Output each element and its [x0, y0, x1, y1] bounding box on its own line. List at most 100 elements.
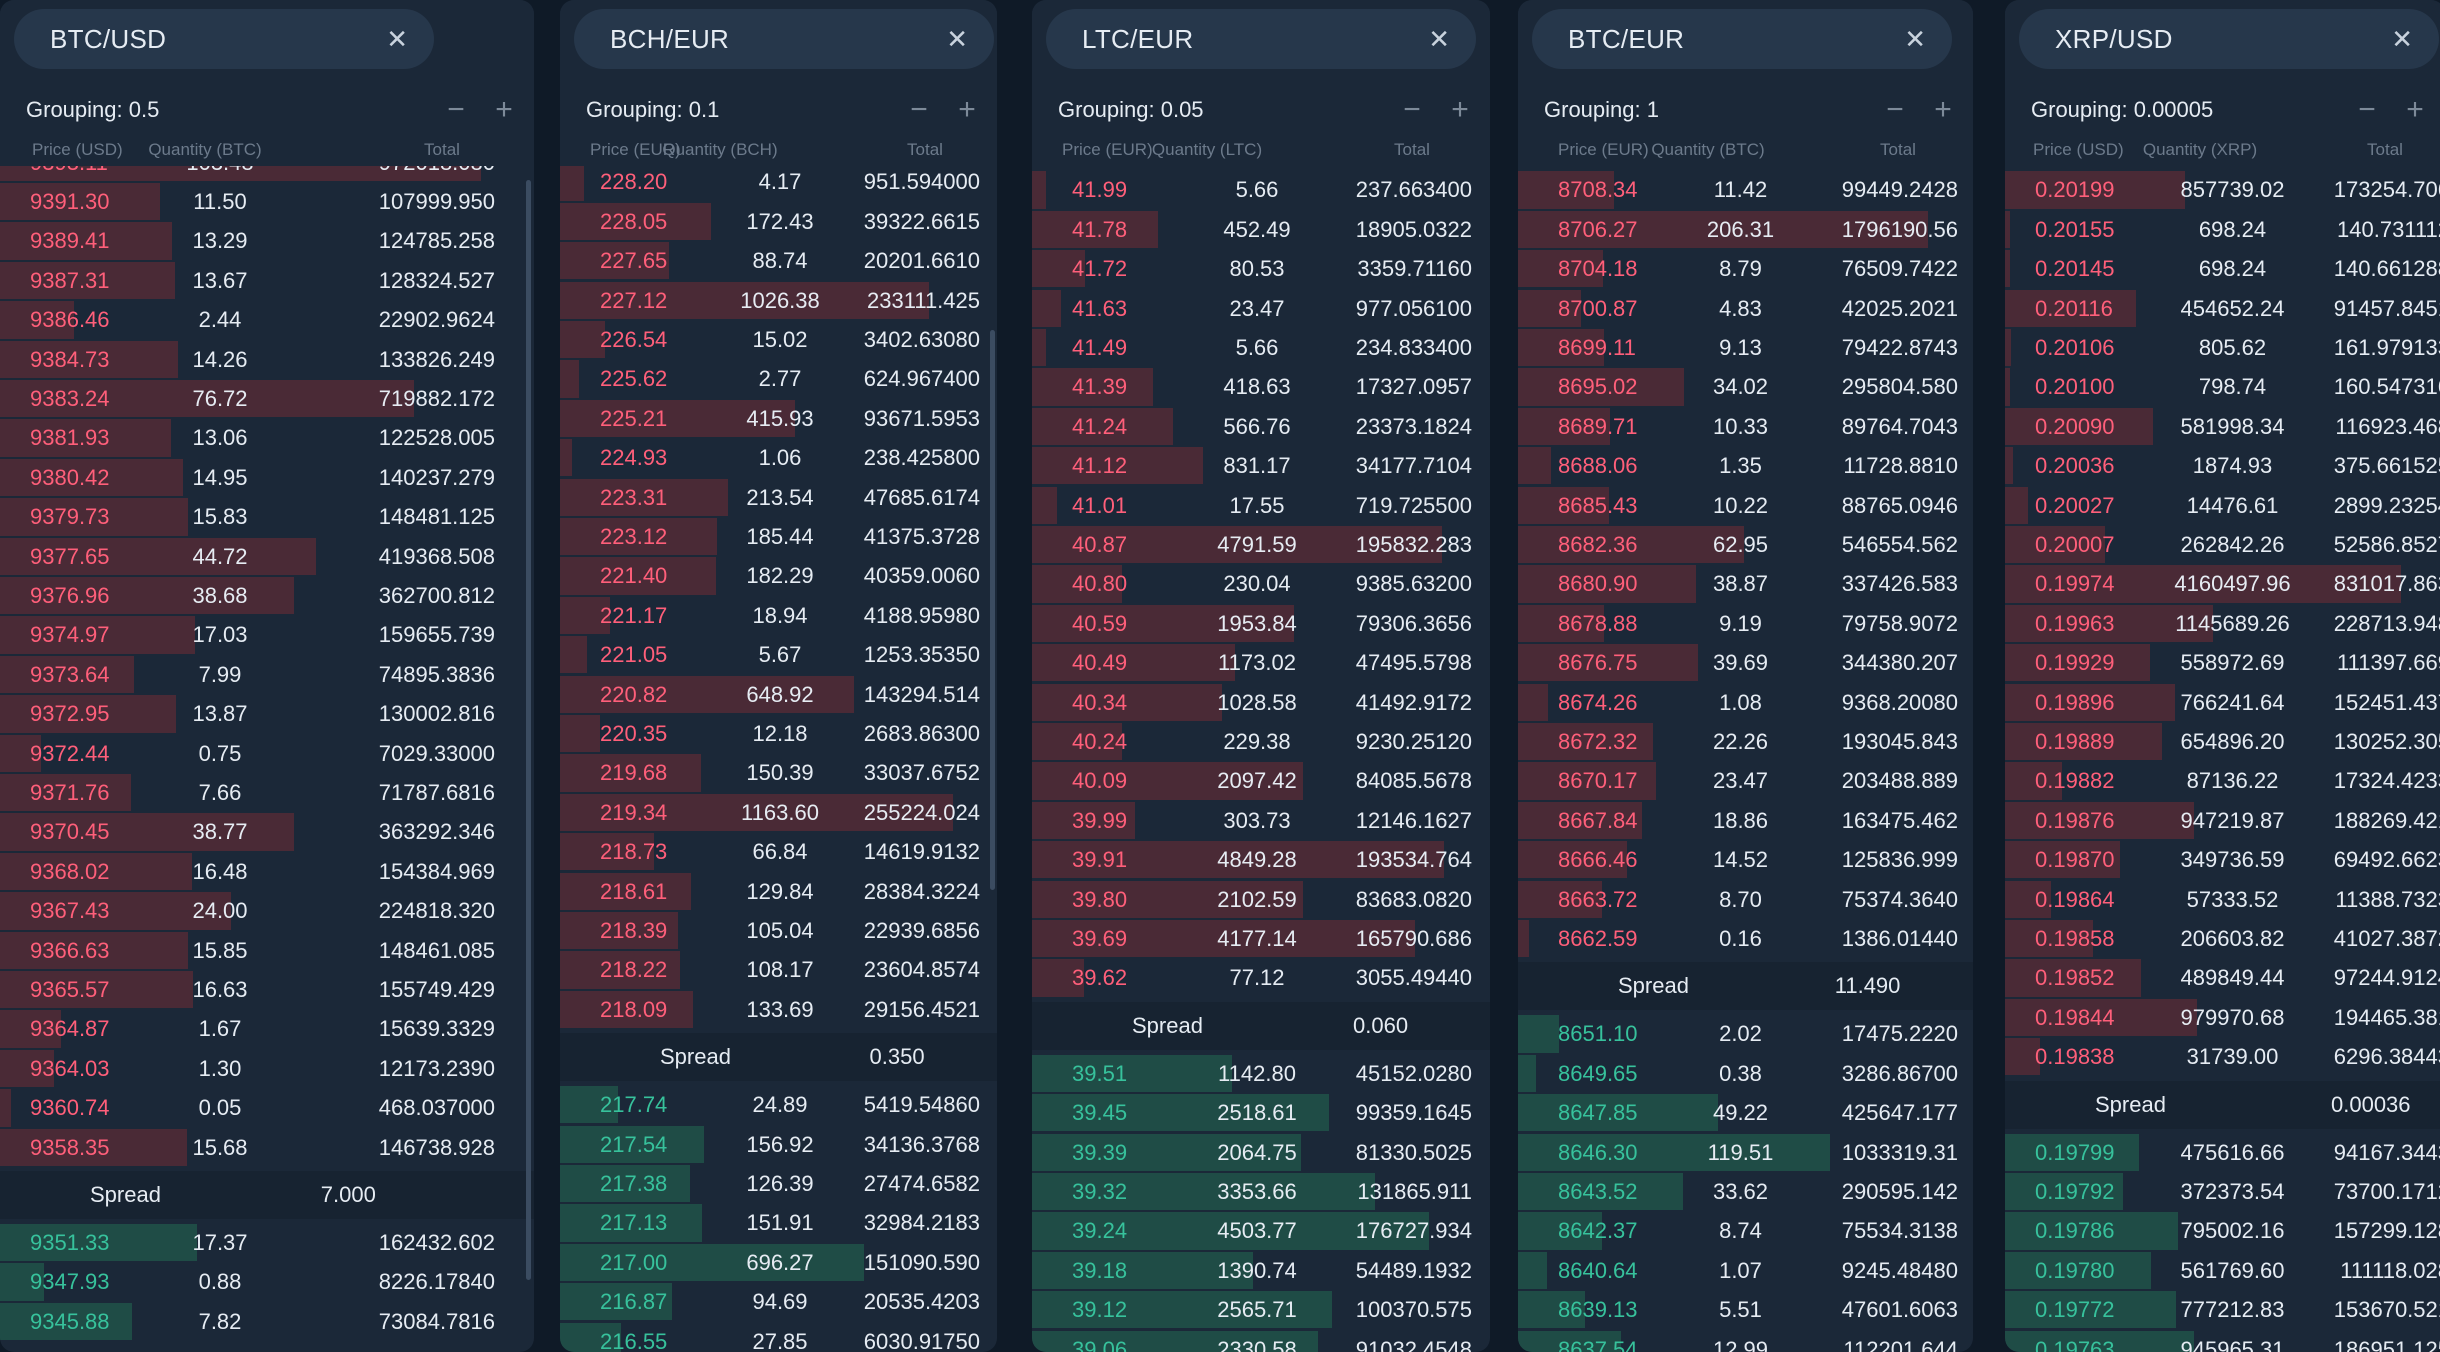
ask-row[interactable]: 39.99 303.73 12146.1627 — [1032, 801, 1490, 840]
plus-icon[interactable]: + — [486, 92, 522, 128]
ask-row[interactable]: 226.54 15.02 3402.63080 — [560, 320, 997, 359]
ask-row[interactable]: 8689.71 10.33 89764.7043 — [1518, 407, 1973, 446]
ask-row[interactable]: 8680.90 38.87 337426.583 — [1518, 564, 1973, 603]
bid-row[interactable]: 8647.85 49.22 425647.177 — [1518, 1093, 1973, 1132]
ask-row[interactable]: 9371.76 7.66 71787.6816 — [0, 773, 534, 812]
ask-row[interactable]: 40.24 229.38 9230.25120 — [1032, 722, 1490, 761]
minus-icon[interactable]: − — [438, 92, 474, 128]
pair-tab[interactable]: XRP/USD ✕ — [2019, 9, 2439, 69]
ask-row[interactable]: 40.80 230.04 9385.63200 — [1032, 564, 1490, 603]
ask-row[interactable]: 9358.35 15.68 146738.928 — [0, 1128, 534, 1167]
bid-row[interactable]: 217.54 156.92 34136.3768 — [560, 1125, 997, 1164]
bid-row[interactable]: 39.45 2518.61 99359.1645 — [1032, 1093, 1490, 1132]
bid-row[interactable]: 8639.13 5.51 47601.6063 — [1518, 1290, 1973, 1329]
ask-row[interactable]: 41.01 17.55 719.725500 — [1032, 486, 1490, 525]
bid-row[interactable]: 217.74 24.89 5419.54860 — [560, 1085, 997, 1124]
bid-row[interactable]: 39.32 3353.66 131865.911 — [1032, 1172, 1490, 1211]
ask-row[interactable]: 8672.32 22.26 193045.843 — [1518, 722, 1973, 761]
ask-row[interactable]: 0.20100 798.74 160.547316 — [2005, 367, 2440, 406]
ask-row[interactable]: 41.24 566.76 23373.1824 — [1032, 407, 1490, 446]
ask-row[interactable]: 9360.74 0.05 468.037000 — [0, 1088, 534, 1127]
ask-row[interactable]: 41.99 5.66 237.663400 — [1032, 170, 1490, 209]
ask-row[interactable]: 41.72 80.53 3359.71160 — [1032, 249, 1490, 288]
ask-row[interactable]: 9391.30 11.50 107999.950 — [0, 182, 534, 221]
ask-row[interactable]: 0.19852 489849.44 97244.9124 — [2005, 958, 2440, 997]
ask-row[interactable]: 219.34 1163.60 255224.024 — [560, 793, 997, 832]
ask-row[interactable]: 9373.64 7.99 74895.3836 — [0, 655, 534, 694]
bid-row[interactable]: 39.24 4503.77 176727.934 — [1032, 1211, 1490, 1250]
ask-row[interactable]: 0.20007 262842.26 52586.8527 — [2005, 525, 2440, 564]
ask-row[interactable]: 0.20036 1874.93 375.661525 — [2005, 446, 2440, 485]
ask-row[interactable]: 8704.18 8.79 76509.7422 — [1518, 249, 1973, 288]
bid-row[interactable]: 216.87 94.69 20535.4203 — [560, 1282, 997, 1321]
ask-row[interactable]: 225.21 415.93 93671.5953 — [560, 399, 997, 438]
ask-row[interactable]: 8682.36 62.95 546554.562 — [1518, 525, 1973, 564]
bid-row[interactable]: 216.55 27.85 6030.91750 — [560, 1322, 997, 1352]
bid-row[interactable]: 217.38 126.39 27474.6582 — [560, 1164, 997, 1203]
ask-row[interactable]: 0.20145 698.24 140.661288 — [2005, 249, 2440, 288]
scrollbar[interactable] — [526, 180, 531, 1280]
ask-row[interactable]: 9368.02 16.48 154384.969 — [0, 852, 534, 891]
ask-row[interactable]: 8695.02 34.02 295804.580 — [1518, 367, 1973, 406]
ask-row[interactable]: 40.09 2097.42 84085.5678 — [1032, 761, 1490, 800]
bid-row[interactable]: 0.19786 795002.16 157299.128 — [2005, 1211, 2440, 1250]
minus-icon[interactable]: − — [1877, 92, 1913, 128]
bid-row[interactable]: 39.18 1390.74 54489.1932 — [1032, 1251, 1490, 1290]
ask-row[interactable]: 0.19889 654896.20 130252.305 — [2005, 722, 2440, 761]
ask-row[interactable]: 8706.27 206.31 1796190.56 — [1518, 210, 1973, 249]
ask-row[interactable]: 0.19896 766241.64 152451.437 — [2005, 683, 2440, 722]
ask-row[interactable]: 0.20116 454652.24 91457.8451 — [2005, 289, 2440, 328]
ask-row[interactable]: 9367.43 24.00 224818.320 — [0, 891, 534, 930]
ask-row[interactable]: 223.12 185.44 41375.3728 — [560, 517, 997, 556]
ask-row[interactable]: 39.91 4849.28 193534.764 — [1032, 840, 1490, 879]
ask-row[interactable]: 218.39 105.04 22939.6856 — [560, 911, 997, 950]
ask-row[interactable]: 0.19864 57333.52 11388.7323 — [2005, 880, 2440, 919]
ask-row[interactable]: 9366.63 15.85 148461.085 — [0, 931, 534, 970]
ask-row[interactable]: 0.20106 805.62 161.979133 — [2005, 328, 2440, 367]
ask-row[interactable]: 8674.26 1.08 9368.20080 — [1518, 683, 1973, 722]
ask-row[interactable]: 9372.44 0.75 7029.33000 — [0, 734, 534, 773]
bid-row[interactable]: 8640.64 1.07 9245.48480 — [1518, 1251, 1973, 1290]
bid-row[interactable]: 9351.33 17.37 162432.602 — [0, 1223, 534, 1262]
ask-row[interactable]: 0.20199 857739.02 173254.706 — [2005, 170, 2440, 209]
ask-row[interactable]: 8662.59 0.16 1386.01440 — [1518, 919, 1973, 958]
ask-row[interactable]: 218.73 66.84 14619.9132 — [560, 832, 997, 871]
plus-icon[interactable]: + — [949, 92, 985, 128]
ask-row[interactable]: 41.49 5.66 234.833400 — [1032, 328, 1490, 367]
bid-row[interactable]: 0.19763 945965.31 186951.125 — [2005, 1330, 2440, 1352]
bid-row[interactable]: 8646.30 119.51 1033319.31 — [1518, 1133, 1973, 1172]
ask-row[interactable]: 9389.41 13.29 124785.258 — [0, 221, 534, 260]
ask-row[interactable]: 0.19963 1145689.26 228713.948 — [2005, 604, 2440, 643]
pair-tab[interactable]: BCH/EUR ✕ — [574, 9, 994, 69]
ask-row[interactable]: 41.78 452.49 18905.0322 — [1032, 210, 1490, 249]
ask-row[interactable]: 0.19876 947219.87 188269.421 — [2005, 801, 2440, 840]
bid-row[interactable]: 217.00 696.27 151090.590 — [560, 1243, 997, 1282]
ask-row[interactable]: 227.12 1026.38 233111.425 — [560, 281, 997, 320]
bid-row[interactable]: 9347.93 0.88 8226.17840 — [0, 1262, 534, 1301]
ask-row[interactable]: 9380.42 14.95 140237.279 — [0, 458, 534, 497]
ask-row[interactable]: 0.20027 14476.61 2899.23254 — [2005, 486, 2440, 525]
ask-row[interactable]: 0.19929 558972.69 111397.669 — [2005, 643, 2440, 682]
bid-row[interactable]: 0.19792 372373.54 73700.1712 — [2005, 1172, 2440, 1211]
ask-row[interactable]: 8685.43 10.22 88765.0946 — [1518, 486, 1973, 525]
ask-row[interactable]: 9364.03 1.30 12173.2390 — [0, 1049, 534, 1088]
ask-row[interactable]: 9379.73 15.83 148481.125 — [0, 497, 534, 536]
ask-row[interactable]: 41.12 831.17 34177.7104 — [1032, 446, 1490, 485]
bid-row[interactable]: 8651.10 2.02 17475.2220 — [1518, 1014, 1973, 1053]
bid-row[interactable]: 8643.52 33.62 290595.142 — [1518, 1172, 1973, 1211]
ask-row[interactable]: 8667.84 18.86 163475.462 — [1518, 801, 1973, 840]
ask-row[interactable]: 220.82 648.92 143294.514 — [560, 675, 997, 714]
ask-row[interactable]: 9370.45 38.77 363292.346 — [0, 812, 534, 851]
ask-row[interactable]: 9364.87 1.67 15639.3329 — [0, 1009, 534, 1048]
ask-row[interactable]: 9387.31 13.67 128324.527 — [0, 261, 534, 300]
ask-row[interactable]: 218.09 133.69 29156.4521 — [560, 990, 997, 1029]
bid-row[interactable]: 9345.88 7.82 73084.7816 — [0, 1302, 534, 1341]
ask-row[interactable]: 8700.87 4.83 42025.2021 — [1518, 289, 1973, 328]
minus-icon[interactable]: − — [1394, 92, 1430, 128]
ask-row[interactable]: 40.87 4791.59 195832.283 — [1032, 525, 1490, 564]
ask-row[interactable]: 8670.17 23.47 203488.889 — [1518, 761, 1973, 800]
ask-row[interactable]: 219.68 150.39 33037.6752 — [560, 753, 997, 792]
ask-row[interactable]: 227.65 88.74 20201.6610 — [560, 241, 997, 280]
ask-row[interactable]: 9376.96 38.68 362700.812 — [0, 576, 534, 615]
ask-row[interactable]: 8666.46 14.52 125836.999 — [1518, 840, 1973, 879]
